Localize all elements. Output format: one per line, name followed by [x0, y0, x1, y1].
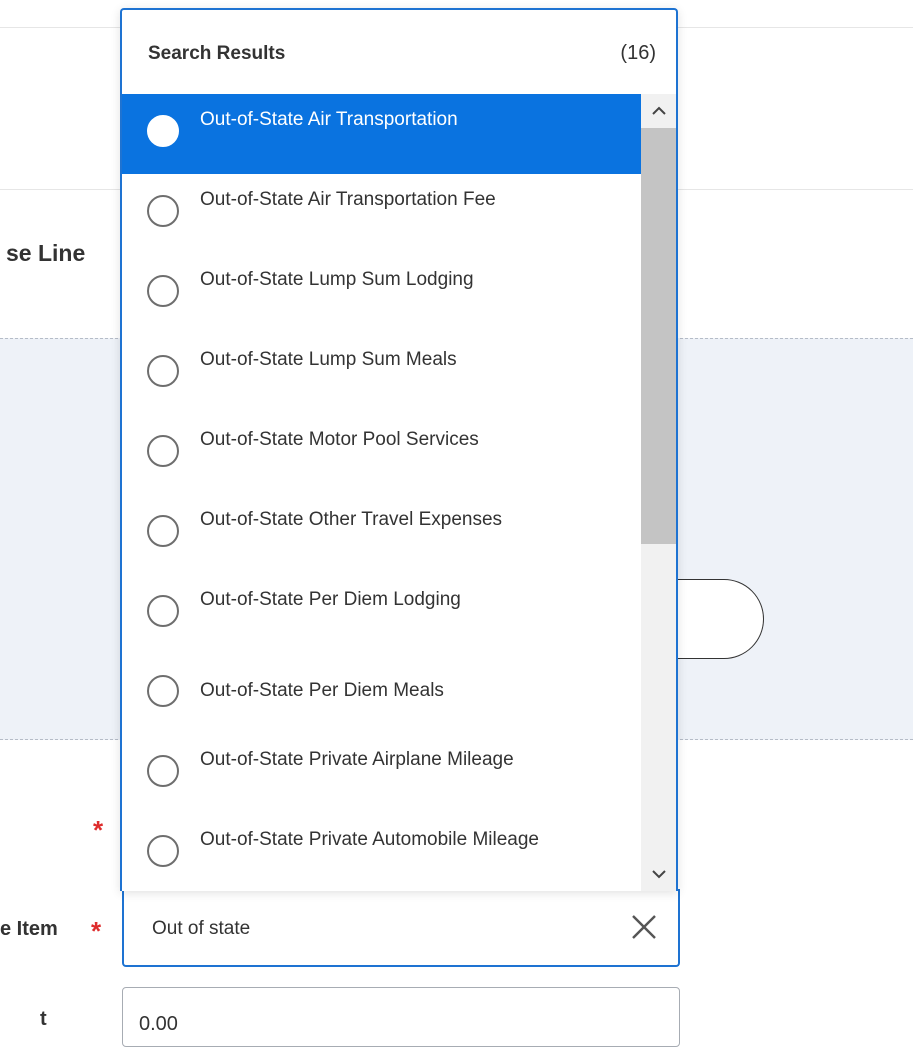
amount-label: t: [40, 1008, 47, 1030]
search-results-title: Search Results: [148, 43, 286, 64]
search-results-popup: Search Results (16) Out-of-State Air Tra…: [120, 8, 678, 891]
radio-button-icon[interactable]: [147, 595, 179, 627]
search-result-label: Out-of-State Motor Pool Services: [200, 429, 479, 450]
search-result-item[interactable]: Out-of-State Air Transportation Fee: [122, 174, 641, 254]
radio-button-icon[interactable]: [147, 275, 179, 307]
search-result-item[interactable]: Out-of-State Per Diem Meals: [122, 654, 641, 734]
radio-button-icon[interactable]: [147, 835, 179, 867]
search-result-item[interactable]: Out-of-State Motor Pool Services: [122, 414, 641, 494]
radio-button-icon[interactable]: [147, 675, 179, 707]
search-result-label: Out-of-State Lump Sum Lodging: [200, 269, 474, 290]
radio-button-icon[interactable]: [147, 195, 179, 227]
search-result-item[interactable]: Out-of-State Air Transportation: [122, 94, 641, 174]
search-result-label: Out-of-State Private Airplane Mileage: [200, 749, 514, 770]
search-result-item[interactable]: Out-of-State Other Travel Expenses: [122, 494, 641, 574]
radio-button-icon[interactable]: [147, 355, 179, 387]
search-result-label: Out-of-State Per Diem Meals: [200, 680, 444, 701]
search-result-label: Out-of-State Per Diem Lodging: [200, 589, 461, 610]
chevron-up-icon[interactable]: [641, 94, 676, 128]
amount-value: 0.00: [139, 1013, 178, 1035]
results-scrollbar[interactable]: [641, 94, 676, 891]
search-result-label: Out-of-State Lump Sum Meals: [200, 349, 457, 370]
search-result-item[interactable]: Out-of-State Private Airplane Mileage: [122, 734, 641, 814]
search-query-text: Out of state: [152, 918, 251, 939]
close-icon[interactable]: [628, 911, 660, 943]
radio-button-icon[interactable]: [147, 115, 179, 147]
search-result-item[interactable]: Out-of-State Private Automobile Mileage: [122, 814, 641, 891]
search-results-header: Search Results (16): [122, 10, 676, 94]
search-result-item[interactable]: Out-of-State Per Diem Lodging: [122, 574, 641, 654]
required-marker: *: [91, 916, 102, 946]
amount-input[interactable]: 0.00: [122, 987, 680, 1047]
search-result-label: Out-of-State Air Transportation: [200, 109, 458, 130]
expense-item-search-input[interactable]: Out of state: [122, 889, 680, 967]
search-results-list: Out-of-State Air Transportation Out-of-S…: [122, 94, 641, 891]
search-result-label: Out-of-State Air Transportation Fee: [200, 189, 496, 210]
section-title: se Line: [6, 240, 86, 266]
radio-button-icon[interactable]: [147, 435, 179, 467]
radio-button-icon[interactable]: [147, 755, 179, 787]
radio-button-icon[interactable]: [147, 515, 179, 547]
search-result-label: Out-of-State Other Travel Expenses: [200, 509, 503, 530]
chevron-down-icon[interactable]: [641, 857, 676, 891]
search-result-item[interactable]: Out-of-State Lump Sum Lodging: [122, 254, 641, 334]
required-marker: *: [93, 815, 104, 845]
scrollbar-thumb[interactable]: [641, 128, 676, 544]
search-result-label: Out-of-State Private Automobile Mileage: [200, 829, 540, 850]
search-results-count: (16): [620, 42, 656, 64]
search-result-item[interactable]: Out-of-State Lump Sum Meals: [122, 334, 641, 414]
expense-item-label: e Item: [0, 918, 58, 940]
